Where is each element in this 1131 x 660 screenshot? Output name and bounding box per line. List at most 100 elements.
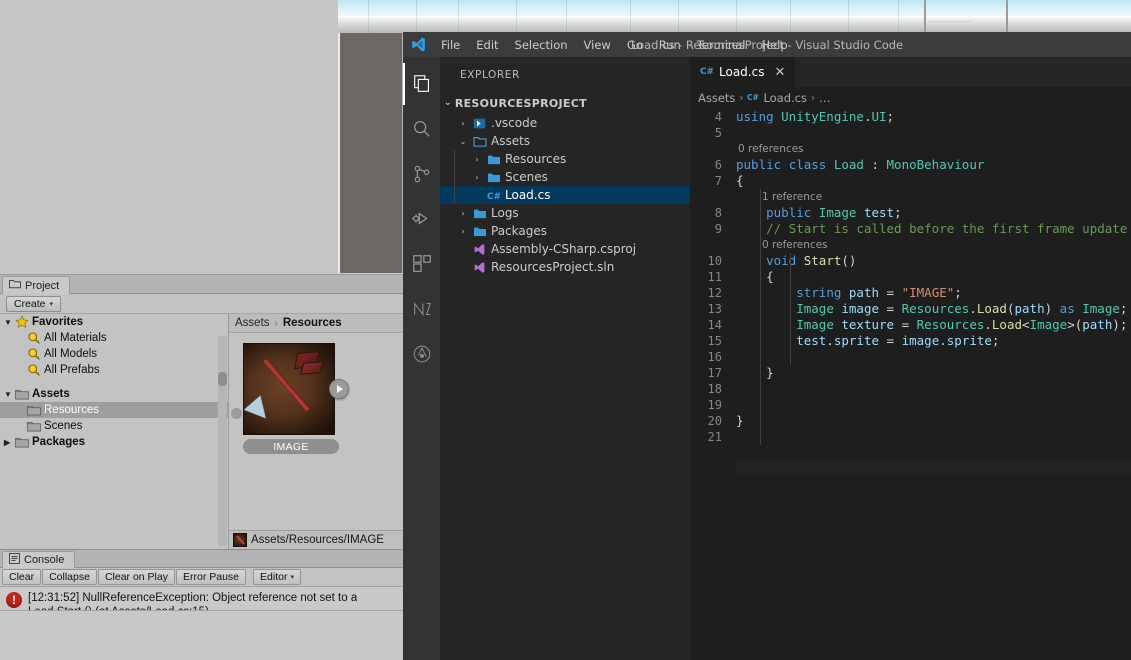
code-line[interactable]: 13 Image image = Resources.Load(path) as… xyxy=(690,301,1131,317)
code-line[interactable]: 6 public class Load : MonoBehaviour xyxy=(690,157,1131,173)
error-pause-button[interactable]: Error Pause xyxy=(175,569,247,585)
sidebar-item-packages[interactable]: › Packages xyxy=(440,222,690,240)
collapse-button[interactable]: Collapse xyxy=(42,569,97,585)
clear-on-play-button[interactable]: Clear on Play xyxy=(97,569,175,585)
project-tree-item-label: Scenes xyxy=(44,420,83,432)
codelens-reference[interactable]: 1 reference xyxy=(690,189,1131,205)
menu-item-file[interactable]: File xyxy=(433,32,468,57)
code-line[interactable]: 20} xyxy=(690,413,1131,429)
code-editor[interactable]: 4 using UnityEngine.UI; 5 0 references 6 publ… xyxy=(690,109,1131,660)
scrollbar-thumb[interactable] xyxy=(218,372,227,386)
project-tree-item-scenes[interactable]: ▶Scenes xyxy=(0,418,228,434)
sidebar-project-root[interactable]: ⌄ RESOURCESPROJECT xyxy=(440,92,690,114)
asset-item-image[interactable]: IMAGE xyxy=(243,343,349,454)
csharp-icon: C# xyxy=(700,64,714,80)
sidebar-item-label: Logs xyxy=(491,206,519,220)
menu-item-edit[interactable]: Edit xyxy=(468,32,506,57)
extensions-icon[interactable] xyxy=(403,243,440,285)
line-number: 10 xyxy=(707,254,722,268)
project-tree-item-all-prefabs[interactable]: ▶All Prefabs xyxy=(0,362,228,378)
menu-item-terminal[interactable]: Terminal xyxy=(689,32,754,57)
breadcrumb-file[interactable]: Load.cs xyxy=(763,91,807,105)
tab-load-cs[interactable]: C# Load.cs ✕ xyxy=(690,57,797,87)
project-tree-item-packages[interactable]: ▶ Packages xyxy=(0,434,228,450)
explorer-icon[interactable] xyxy=(403,63,440,105)
project-tree-item-favorites[interactable]: ▼ Favorites xyxy=(0,314,228,330)
source-control-icon[interactable] xyxy=(403,153,440,195)
sidebar-item-load-cs[interactable]: ›C#Load.cs xyxy=(440,186,690,204)
search-icon[interactable] xyxy=(403,108,440,150)
svg-text:C#: C# xyxy=(747,93,759,102)
sidebar-item-resources[interactable]: › Resources xyxy=(440,150,690,168)
sidebar-item-assets[interactable]: ⌄ Assets xyxy=(440,132,690,150)
run-debug-icon[interactable] xyxy=(403,198,440,240)
code-line[interactable]: 12 string path = "IMAGE"; xyxy=(690,285,1131,301)
create-button[interactable]: Create ▾ xyxy=(6,295,62,312)
clear-button[interactable]: Clear xyxy=(2,569,42,585)
triangle-down-icon: ▼ xyxy=(4,317,12,327)
code-line[interactable]: 17 } xyxy=(690,365,1131,381)
folder-icon xyxy=(472,207,487,219)
menu-item-selection[interactable]: Selection xyxy=(507,32,576,57)
project-tree-item-resources[interactable]: ▶Resources xyxy=(0,402,228,418)
code-line[interactable]: 19 xyxy=(690,397,1131,413)
project-zoom-handle[interactable] xyxy=(231,408,242,419)
play-icon[interactable] xyxy=(329,379,349,399)
code-line[interactable]: 10 void Start() xyxy=(690,253,1131,269)
console-mode-dropdown[interactable]: Editor ▾ xyxy=(253,569,301,585)
sidebar-item-scenes[interactable]: › Scenes xyxy=(440,168,690,186)
project-tree-item-assets[interactable]: ▼ Assets xyxy=(0,386,228,402)
sidebar-item-logs[interactable]: › Logs xyxy=(440,204,690,222)
code-line[interactable]: 21 xyxy=(690,429,1131,445)
nuget-icon[interactable] xyxy=(403,288,440,330)
code-line[interactable]: 15 test.sprite = image.sprite; xyxy=(690,333,1131,349)
code-line[interactable]: 4 using UnityEngine.UI; xyxy=(690,109,1131,125)
breadcrumb-more[interactable]: … xyxy=(819,91,831,105)
unity-debug-icon[interactable] xyxy=(403,333,440,375)
menu-item-help[interactable]: Help xyxy=(753,32,795,57)
code-line[interactable]: 14 Image texture = Resources.Load<Image>… xyxy=(690,317,1131,333)
codelens-label[interactable]: 1 reference xyxy=(736,189,822,205)
code-line[interactable]: 5 xyxy=(690,125,1131,141)
menu-item-view[interactable]: View xyxy=(576,32,619,57)
tab-project[interactable]: Project xyxy=(2,276,71,294)
vscode-sidebar: EXPLORER ⌄ RESOURCESPROJECT › .vscode ⌄ Ass… xyxy=(440,57,690,660)
codelens-reference[interactable]: 0 references xyxy=(690,237,1131,253)
close-icon[interactable]: ✕ xyxy=(774,65,785,80)
codelens-reference[interactable]: 0 references xyxy=(690,141,1131,157)
project-tree-item-label: Assets xyxy=(32,388,70,400)
unity-scene-view[interactable] xyxy=(338,0,1131,33)
code-line[interactable]: 9 // Start is called before the first fr… xyxy=(690,221,1131,237)
search-icon xyxy=(27,331,41,345)
code-line[interactable]: 7{ xyxy=(690,173,1131,189)
sidebar-item-label: Scenes xyxy=(505,170,548,184)
sidebar-item-resourcesproject-sln[interactable]: ›ResourcesProject.sln xyxy=(440,258,690,276)
line-number: 19 xyxy=(707,398,722,412)
project-tree-scrollbar[interactable] xyxy=(218,336,227,546)
code-text: { xyxy=(766,269,774,284)
code-line[interactable]: 8 public Image test; xyxy=(690,205,1131,221)
vscode-folder-icon xyxy=(472,117,487,130)
project-tree-item-all-materials[interactable]: ▶All Materials xyxy=(0,330,228,346)
code-text: test.sprite = image.sprite; xyxy=(796,333,1000,348)
line-number: 21 xyxy=(707,430,722,444)
breadcrumb-assets[interactable]: Assets xyxy=(698,91,735,105)
code-line[interactable]: 16 xyxy=(690,349,1131,365)
chevron-right-icon: › xyxy=(461,226,465,236)
menu-item-run[interactable]: Run xyxy=(651,32,689,57)
project-tree-item-all-models[interactable]: ▶All Models xyxy=(0,346,228,362)
line-number: 6 xyxy=(714,158,722,172)
chevron-down-icon: ⌄ xyxy=(444,98,452,108)
svg-text:C#: C# xyxy=(700,67,713,77)
tab-console[interactable]: Console xyxy=(2,551,76,568)
code-line[interactable]: 18 xyxy=(690,381,1131,397)
sidebar-item-assembly-csharp-csproj[interactable]: ›Assembly-CSharp.csproj xyxy=(440,240,690,258)
sidebar-item-vscode[interactable]: › .vscode xyxy=(440,114,690,132)
codelens-label[interactable]: 0 references xyxy=(736,237,828,253)
breadcrumb-root[interactable]: Assets xyxy=(235,317,270,329)
tab-console-label: Console xyxy=(24,554,65,566)
menu-item-go[interactable]: Go xyxy=(619,32,651,57)
codelens-label[interactable]: 0 references xyxy=(736,141,804,157)
line-number: 11 xyxy=(707,270,722,284)
code-line[interactable]: 11 { xyxy=(690,269,1131,285)
